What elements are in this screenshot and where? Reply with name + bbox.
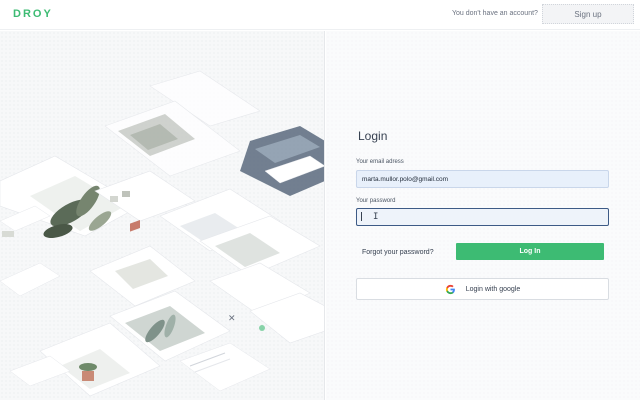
text-cursor-icon: I: [373, 212, 379, 222]
password-field[interactable]: [356, 208, 609, 226]
droy-logo[interactable]: DROY: [13, 8, 53, 20]
top-bar: DROY You don't have an account? Sign up: [0, 0, 640, 30]
google-login-button[interactable]: Login with google: [356, 278, 609, 300]
google-login-label: Login with google: [465, 285, 521, 293]
forgot-password-link[interactable]: Forgot your password?: [362, 249, 434, 256]
email-label: Your email adress: [356, 159, 404, 165]
email-field[interactable]: [356, 170, 609, 188]
svg-text:✕: ✕: [228, 314, 236, 324]
text-caret: [361, 212, 362, 221]
google-icon: [445, 284, 455, 294]
hero-illustration: ✕: [0, 31, 325, 400]
password-label: Your password: [356, 198, 396, 204]
no-account-text: You don't have an account?: [452, 10, 538, 17]
signup-button[interactable]: Sign up: [542, 4, 634, 24]
login-button[interactable]: Log In: [456, 243, 604, 260]
login-title: Login: [358, 129, 388, 143]
isometric-screens-graphic: ✕: [0, 70, 324, 397]
